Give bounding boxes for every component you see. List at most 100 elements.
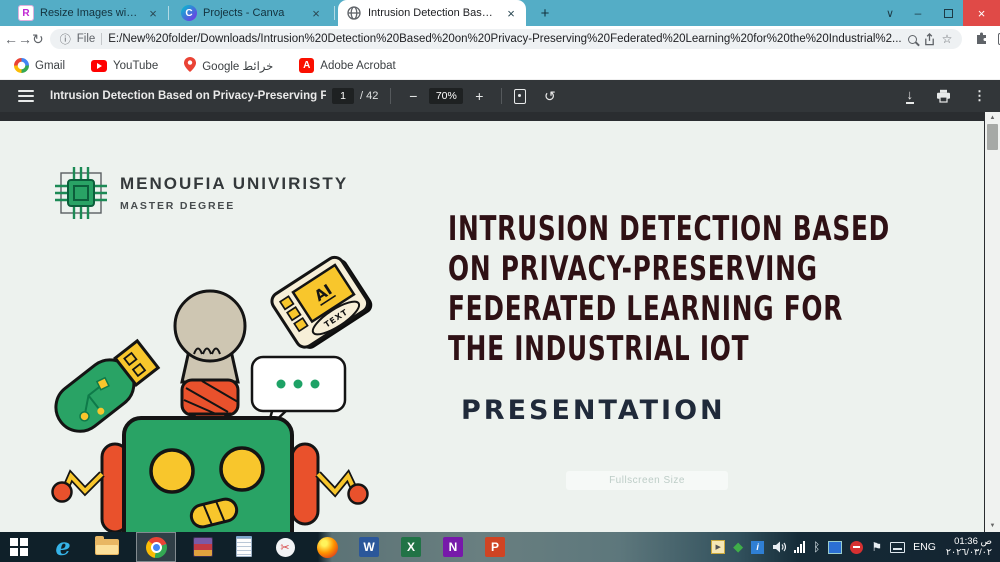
tray-app-window-icon[interactable] (828, 541, 842, 554)
excel-icon: X (401, 537, 421, 557)
scroll-up-icon[interactable]: ▲ (990, 112, 996, 124)
title-line: INTRUSION DETECTION BASED (448, 209, 915, 249)
tab-resize-images[interactable]: R Resize Images with a Free Image × (10, 0, 168, 26)
notepad-button[interactable] (230, 532, 258, 562)
zoom-in-button[interactable]: + (469, 88, 489, 104)
file-scheme-label: File (77, 33, 96, 45)
bookmark-label: Gmail (35, 60, 65, 72)
bookmark-youtube[interactable]: YouTube (91, 60, 158, 72)
download-button[interactable]: ↓ (906, 89, 915, 104)
info-tray-icon[interactable]: i (751, 541, 764, 554)
back-button[interactable]: ← (4, 31, 18, 47)
page-info-icon[interactable]: ⓘ (60, 31, 71, 47)
browser-actions: A ⋮ (974, 30, 1000, 49)
file-explorer-button[interactable] (90, 532, 124, 562)
restore-icon (944, 9, 953, 18)
chip-logo-icon (54, 165, 108, 221)
bookmark-gmail[interactable]: Gmail (14, 58, 65, 73)
firefox-button[interactable] (312, 532, 342, 562)
snipping-tool-button[interactable]: ✂ (270, 532, 300, 562)
pdf-toolbar-right: ↓ ⋮ (906, 88, 987, 104)
language-indicator[interactable]: ENG (913, 541, 936, 553)
excel-button[interactable]: X (396, 532, 426, 562)
clock-date: ٢٠٢٦/٠٣/٠٢ (946, 547, 992, 558)
bookmark-adobe-acrobat[interactable]: A Adobe Acrobat (299, 58, 395, 73)
window-controls: ∨ – × (877, 0, 1000, 26)
word-button[interactable]: W (354, 532, 384, 562)
lightbulb-icon (175, 291, 245, 432)
close-tab-icon[interactable]: × (504, 6, 518, 21)
pdf-viewport: MENOUFIA UNIVIRISTY MASTER DEGREE INTRUS… (0, 112, 1000, 532)
forward-button[interactable]: → (18, 31, 32, 47)
minimize-button[interactable]: – (903, 0, 933, 26)
bookmark-label: YouTube (113, 60, 158, 72)
powerpoint-icon: P (485, 537, 505, 557)
start-button[interactable] (2, 532, 36, 562)
address-bar[interactable]: ⓘ File E:/New%20folder/Downloads/Intrusi… (50, 29, 963, 49)
new-tab-button[interactable]: + (534, 3, 556, 23)
robot-illustration: AI TEXT (30, 250, 390, 532)
powerpoint-button[interactable]: P (480, 532, 510, 562)
pdf-menu-kebab-icon[interactable]: ⋮ (973, 88, 986, 104)
browser-window: R Resize Images with a Free Image × C Pr… (0, 0, 1000, 562)
total-pages-label: / 42 (360, 90, 378, 102)
tab-intrusion-detection-active[interactable]: Intrusion Detection Based on Pr × (338, 0, 526, 26)
winrar-icon (193, 537, 213, 557)
chrome-button-active[interactable] (136, 532, 176, 562)
firefox-icon (317, 537, 338, 558)
scissors-icon: ✂ (276, 538, 295, 557)
url-text[interactable]: E:/New%20folder/Downloads/Intrusion%20De… (108, 33, 901, 45)
winrar-button[interactable] (188, 532, 218, 562)
bookmarks-bar: Gmail YouTube Google خرائط A Adobe Acrob… (0, 52, 1000, 80)
bluetooth-icon[interactable]: ᛒ (813, 540, 820, 554)
bookmark-label: Google خرائط (202, 59, 273, 73)
bookmark-star-icon[interactable]: ☆ (942, 32, 953, 46)
onenote-button[interactable]: N (438, 532, 468, 562)
pdf-scrollbar[interactable]: ▲ ▼ (985, 112, 1000, 532)
maps-pin-icon (184, 57, 196, 75)
scroll-down-icon[interactable]: ▼ (990, 520, 996, 532)
current-page-input[interactable]: 1 (332, 88, 354, 104)
close-tab-icon[interactable]: × (146, 6, 160, 21)
extensions-puzzle-icon[interactable] (974, 32, 988, 46)
media-player-tray-icon[interactable]: ▶ (711, 540, 725, 554)
network-signal-icon[interactable] (794, 541, 805, 553)
title-line: ON PRIVACY-PRESERVING (448, 249, 915, 289)
acrobat-icon: A (299, 58, 314, 73)
toolbar-divider (390, 88, 391, 104)
volume-icon[interactable] (772, 541, 786, 553)
tab-canva-projects[interactable]: C Projects - Canva × (173, 0, 331, 26)
tab-search-chevron-icon[interactable]: ∨ (877, 0, 903, 26)
tab-separator (168, 6, 169, 20)
close-tab-icon[interactable]: × (309, 6, 323, 21)
system-tray: ▶ ◆ i ᛒ ⚑ ENG 01:36 ص ٢٠٢٦/٠٣/٠٢ (711, 536, 1000, 558)
windows-taskbar: e ✂ W X N P ▶ ◆ i ᛒ ⚑ (0, 532, 1000, 562)
tab-separator (334, 6, 335, 20)
action-center-flag-icon[interactable]: ⚑ (871, 540, 882, 554)
share-icon[interactable] (923, 33, 936, 46)
clock[interactable]: 01:36 ص ٢٠٢٦/٠٣/٠٢ (946, 536, 992, 558)
folder-icon (95, 539, 119, 555)
resize-app-favicon: R (18, 5, 34, 21)
antivirus-tray-icon[interactable] (850, 541, 863, 554)
zoom-search-icon[interactable] (908, 35, 917, 44)
close-window-button[interactable]: × (963, 0, 1000, 26)
diamond-tray-icon[interactable]: ◆ (733, 539, 743, 555)
fit-to-page-button[interactable] (514, 89, 526, 104)
tab-title: Resize Images with a Free Image (40, 7, 140, 19)
maximize-button[interactable] (933, 0, 963, 26)
zoom-level-input[interactable]: 70% (429, 88, 463, 104)
bookmark-label: Adobe Acrobat (320, 60, 395, 72)
print-button[interactable] (936, 89, 951, 103)
reload-button[interactable]: ↻ (32, 31, 44, 48)
degree-label: MASTER DEGREE (120, 200, 348, 212)
scrollbar-thumb[interactable] (987, 124, 998, 150)
menu-hamburger-icon[interactable] (18, 90, 34, 102)
zoom-out-button[interactable]: − (403, 88, 423, 104)
touch-keyboard-icon[interactable] (890, 542, 905, 553)
pdf-document-title: Intrusion Detection Based on Privacy-Pre… (50, 90, 326, 102)
bookmark-google-maps[interactable]: Google خرائط (184, 57, 273, 75)
rotate-page-button[interactable]: ↻ (544, 88, 556, 105)
internet-explorer-button[interactable]: e (48, 532, 78, 562)
notepad-icon (236, 538, 252, 557)
